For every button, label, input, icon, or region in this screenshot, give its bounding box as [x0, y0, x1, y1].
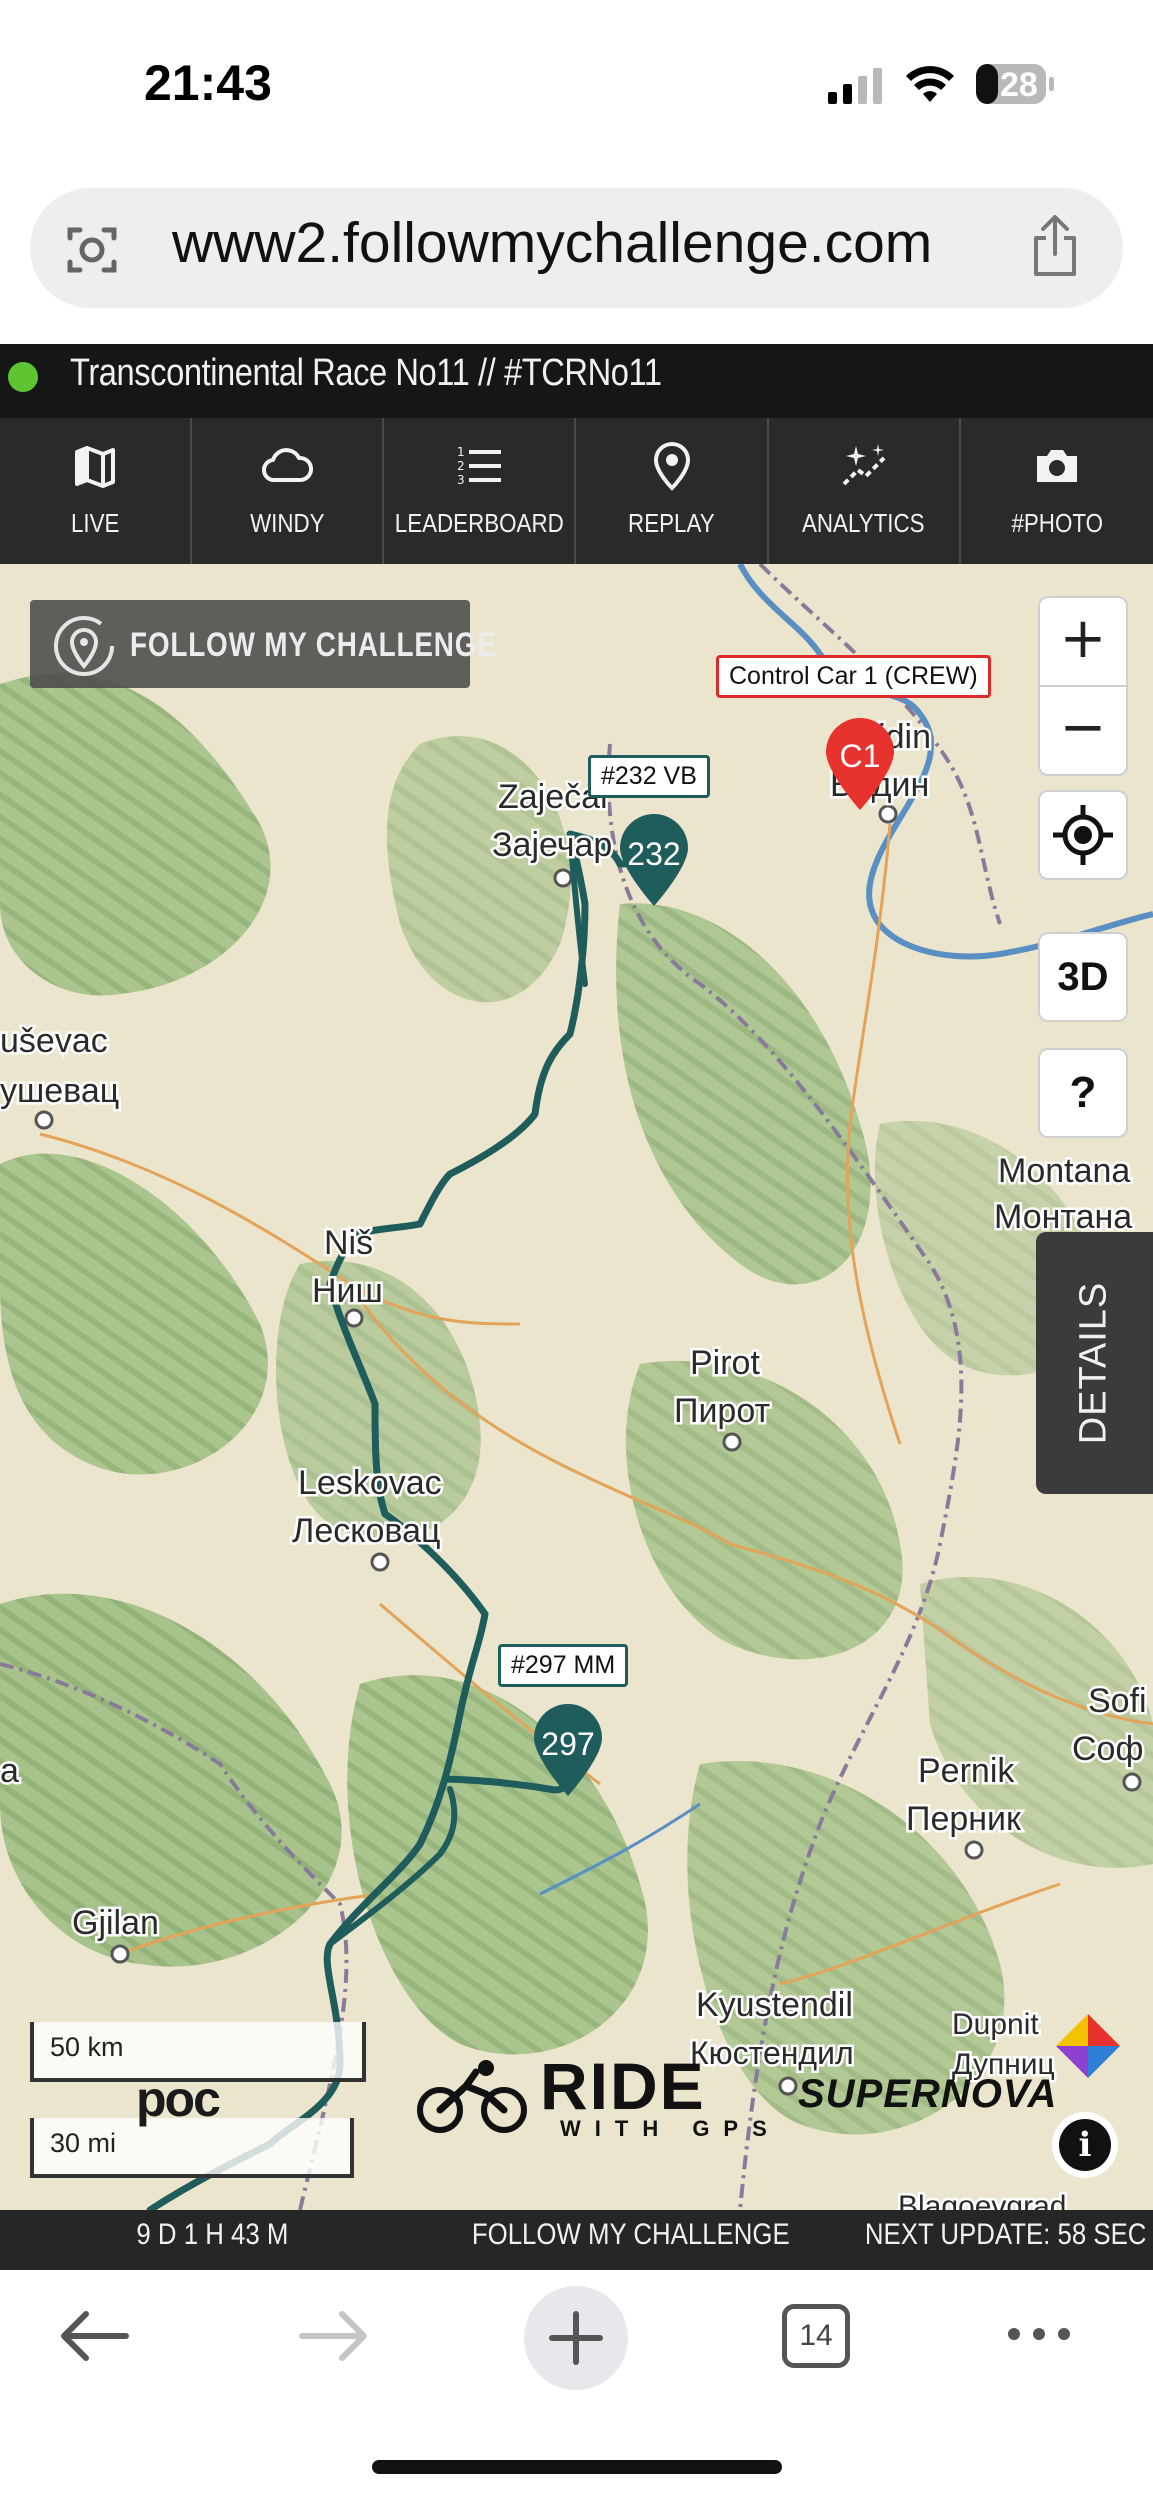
wifi-icon [906, 66, 954, 102]
rider-297-number: 297 [541, 1726, 595, 1762]
place-pernik: Pernik [918, 1752, 1015, 1790]
sponsor-poc-logo: poc [136, 2071, 221, 2127]
sparkle-chart-icon [842, 444, 886, 486]
help-button[interactable]: ? [1038, 1048, 1128, 1138]
url-text[interactable]: www2.followmychallenge.com [172, 210, 932, 276]
place-nis-cyr: Ниш [312, 1272, 383, 1310]
nav-windy-label: WINDY [249, 508, 325, 538]
share-icon[interactable] [1028, 214, 1082, 278]
info-icon: i [1059, 2119, 1111, 2171]
colorful-gem-logo-icon [1056, 2014, 1120, 2078]
place-leskovac: Leskovac [298, 1464, 442, 1502]
status-bar: 21:43 28 [0, 0, 1153, 170]
sponsor-ridewithgps-sub: WITH GPS [560, 2116, 781, 2141]
place-montana-cyr: Монтана [994, 1198, 1132, 1236]
plus-icon [549, 2311, 603, 2365]
next-update-countdown: NEXT UPDATE: 58 SEC [864, 2218, 1147, 2251]
place-kyustendil-cyr: Кюстендил [690, 2035, 854, 2071]
nav-analytics-label: ANALYTICS [802, 508, 926, 538]
nav-photo[interactable]: #PHOTO [961, 418, 1153, 564]
visual-search-camera-icon[interactable] [62, 220, 122, 280]
place-alexinac-cyr: ушевац [0, 1072, 119, 1110]
forward-arrow-icon[interactable] [296, 2306, 372, 2366]
place-montana: Montana [998, 1152, 1130, 1190]
home-indicator[interactable] [372, 2460, 782, 2474]
place-sofia: Sofi [1088, 1682, 1147, 1720]
cloud-icon [262, 448, 314, 483]
main-nav: LIVE WINDY 1 2 3 LEADERBOARD REPLAY ANAL… [0, 418, 1153, 564]
replay-pin-icon [653, 442, 690, 491]
back-arrow-icon[interactable] [56, 2306, 132, 2366]
race-map[interactable]: Zaječar Зајечар Vidin Видин uševac ушева… [0, 564, 1153, 2210]
place-alexinac: uševac [0, 1022, 108, 1060]
battery-level: 28 [1000, 66, 1038, 104]
place-pirot: Pirot [690, 1344, 760, 1382]
nav-replay-label: REPLAY [628, 508, 715, 538]
place-sofia-cyr: Соф [1072, 1730, 1143, 1768]
nav-live-label: LIVE [70, 508, 120, 538]
locate-button[interactable] [1038, 790, 1128, 880]
event-title: Transcontinental Race No11 // #TCRNo11 [70, 352, 662, 394]
nav-live[interactable]: LIVE [0, 418, 193, 564]
rider-232-callout[interactable]: #232 VB [588, 755, 710, 798]
nav-photo-label: #PHOTO [1011, 508, 1103, 538]
zoom-in-button[interactable]: + [1038, 596, 1128, 686]
sponsor-supernova-logo: SUPERNOVA [798, 2072, 1058, 2116]
place-kyustendil: Kyustendil [696, 1986, 853, 2024]
location-pin-logo-icon [54, 616, 114, 676]
status-time: 21:43 [144, 55, 272, 111]
footer-brand[interactable]: FOLLOW MY CHALLENGE [472, 2218, 790, 2252]
rider-297-callout[interactable]: #297 MM [498, 1644, 629, 1687]
details-tab-label: DETAILS [1072, 1281, 1115, 1445]
cyclist-logo-icon [417, 2060, 527, 2133]
toggle-3d-button[interactable]: 3D [1038, 932, 1128, 1022]
cellular-signal-icon [828, 68, 882, 104]
camera-icon [1036, 450, 1077, 482]
fmc-logo-text: FOLLOW MY CHALLENGE [130, 626, 497, 664]
new-tab-button[interactable] [524, 2286, 628, 2390]
place-dupnitsa: Dupnit [952, 2008, 1039, 2041]
rider-232-number: 232 [627, 836, 681, 872]
place-blagoevgrad: Blagoevgrad [898, 2190, 1066, 2210]
svg-text:3: 3 [457, 473, 465, 487]
nav-leaderboard-label: LEADERBOARD [394, 508, 564, 538]
zoom-out-button[interactable]: − [1038, 686, 1128, 776]
nav-windy[interactable]: WINDY [192, 418, 385, 564]
map-info-button[interactable]: i [1052, 2112, 1118, 2178]
nav-leaderboard[interactable]: 1 2 3 LEADERBOARD [384, 418, 577, 564]
map-terrain: Zaječar Зајечар Vidin Видин uševac ушева… [0, 564, 1153, 2210]
place-edge-a: a [0, 1752, 19, 1790]
support-car-callout[interactable]: Control Car 1 (CREW) [716, 655, 991, 698]
sponsor-ridewithgps-logo: RIDE [540, 2049, 706, 2123]
live-status-dot [8, 362, 38, 392]
map-icon [75, 446, 116, 488]
place-pernik-cyr: Перник [906, 1800, 1022, 1838]
nav-analytics[interactable]: ANALYTICS [769, 418, 961, 564]
elapsed-time: 9 D 1 H 43 M [136, 2218, 289, 2251]
more-options-icon[interactable] [1004, 2322, 1074, 2346]
svg-text:2: 2 [457, 459, 465, 473]
nav-replay[interactable]: REPLAY [576, 418, 769, 564]
svg-text:1: 1 [457, 445, 465, 459]
place-leskovac-cyr: Лесковац [292, 1512, 440, 1550]
place-zajecar-cyr: Зајечар [492, 826, 612, 864]
place-pirot-cyr: Пирот [674, 1392, 770, 1430]
list-icon: 1 2 3 [457, 445, 502, 487]
place-nis: Niš [324, 1224, 373, 1262]
place-gjilan: Gjilan [72, 1904, 159, 1942]
support-car-marker-label: C1 [839, 738, 881, 774]
crosshair-icon [1053, 805, 1113, 865]
tab-switcher-button[interactable]: 14 [782, 2304, 850, 2368]
